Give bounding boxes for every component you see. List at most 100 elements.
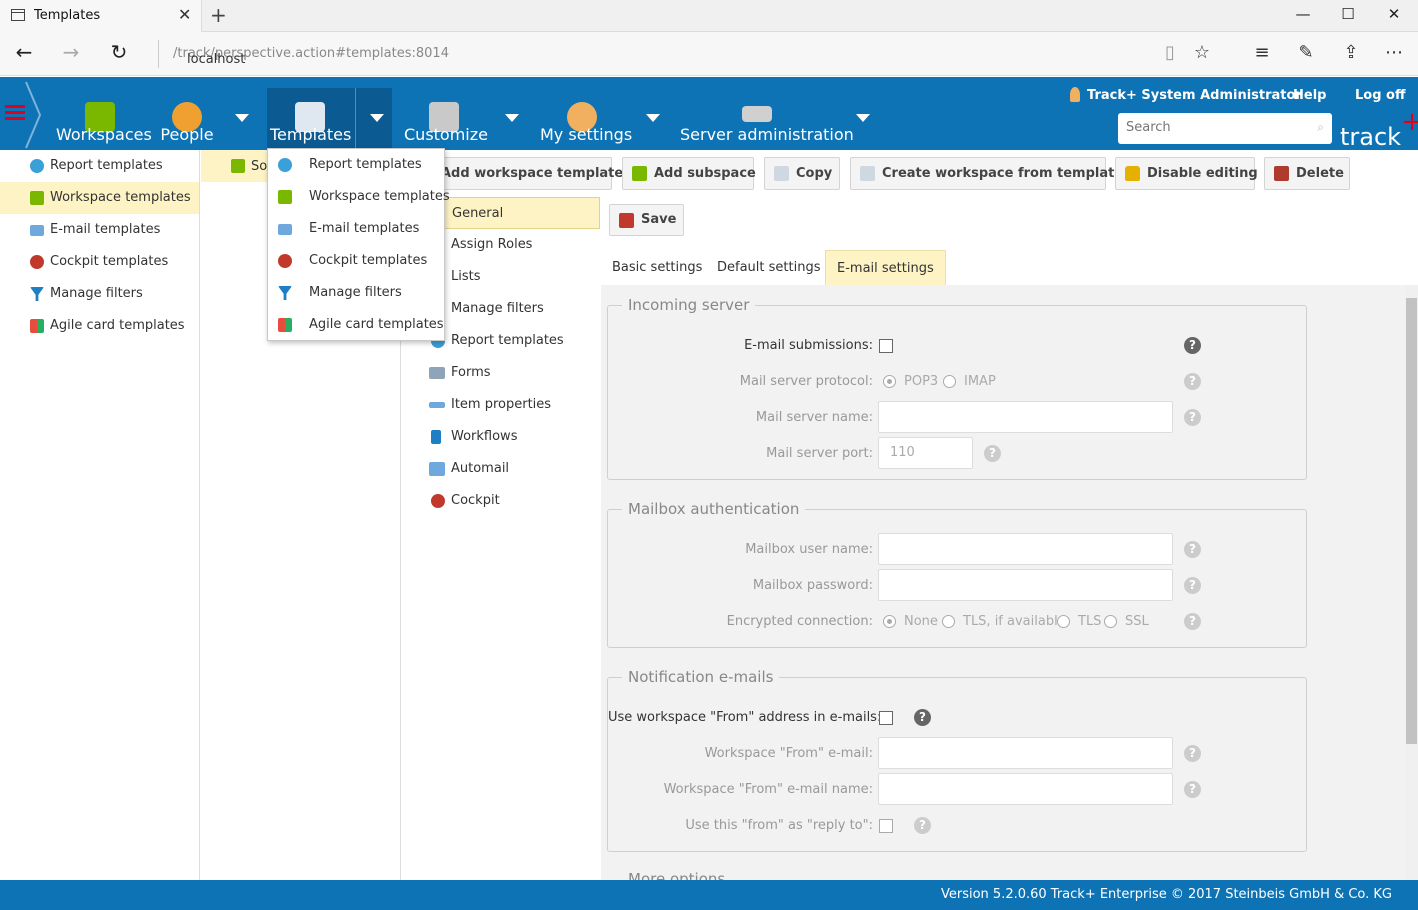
left-item-cockpit-templates[interactable]: Cockpit templates xyxy=(0,246,199,278)
search-box[interactable]: ⌕ xyxy=(1118,113,1332,144)
web-note-icon[interactable]: ✎ xyxy=(1292,42,1320,63)
nav-templates[interactable]: Templates xyxy=(270,88,351,148)
email-submissions-checkbox[interactable] xyxy=(879,339,893,353)
save-button[interactable]: Save xyxy=(609,204,684,236)
nav-workspaces[interactable]: Workspaces xyxy=(56,88,152,148)
new-tab-icon[interactable]: + xyxy=(210,3,227,27)
help-icon[interactable]: ? xyxy=(914,817,931,834)
mail-server-port-label: Mail server port: xyxy=(766,446,873,461)
forward-icon[interactable]: → xyxy=(57,40,85,64)
nav-cockpit[interactable]: Cockpit xyxy=(401,485,600,517)
browser-tab[interactable]: Templates ✕ xyxy=(0,0,202,33)
tab-label: Basic settings xyxy=(612,260,703,275)
back-icon[interactable]: ← xyxy=(10,40,38,64)
copy-icon xyxy=(774,166,789,181)
tab-basic-settings[interactable]: Basic settings xyxy=(601,250,713,285)
mail-server-name-input[interactable] xyxy=(878,401,1173,433)
menu-icon[interactable] xyxy=(5,105,25,121)
mailbox-user-input[interactable] xyxy=(878,533,1173,565)
mailbox-password-input[interactable] xyxy=(878,569,1173,601)
email-templates-icon xyxy=(278,224,292,235)
logoff-link[interactable]: Log off xyxy=(1355,88,1406,103)
left-item-agile-card-templates[interactable]: Agile card templates xyxy=(0,310,199,342)
dropdown-cockpit-templates[interactable]: Cockpit templates xyxy=(268,245,444,277)
left-item-report-templates[interactable]: Report templates xyxy=(0,150,199,182)
help-icon[interactable]: ? xyxy=(1184,613,1201,630)
enc-none-radio[interactable] xyxy=(883,615,896,628)
enc-tls-radio[interactable] xyxy=(1057,615,1070,628)
create-workspace-from-template-button[interactable]: Create workspace from template xyxy=(850,157,1123,190)
selected-template-label: So xyxy=(251,159,268,174)
enc-ssl-radio[interactable] xyxy=(1104,615,1117,628)
dropdown-workspace-templates[interactable]: Workspace templates xyxy=(268,181,450,213)
scrollbar-thumb[interactable] xyxy=(1406,298,1417,744)
help-icon[interactable]: ? xyxy=(1184,337,1201,354)
pop3-radio[interactable] xyxy=(883,375,896,388)
imap-radio[interactable] xyxy=(943,375,956,388)
left-item-manage-filters[interactable]: Manage filters xyxy=(0,278,199,310)
dropdown-manage-filters[interactable]: Manage filters xyxy=(268,277,444,309)
customize-dropdown-caret[interactable] xyxy=(505,114,519,122)
window-close-icon[interactable]: ✕ xyxy=(1371,5,1417,23)
tab-default-settings[interactable]: Default settings xyxy=(706,250,831,285)
from-email-input[interactable] xyxy=(878,737,1173,769)
nav-automail[interactable]: Automail xyxy=(401,453,600,485)
help-icon[interactable]: ? xyxy=(1184,577,1201,594)
add-subspace-button[interactable]: Add subspace xyxy=(622,157,756,190)
dropdown-agile-card-templates[interactable]: Agile card templates xyxy=(268,309,444,341)
server-admin-dropdown-caret[interactable] xyxy=(856,114,870,122)
footer-text: Version 5.2.0.60 Track+ Enterprise © 201… xyxy=(940,887,1392,902)
hub-icon[interactable]: ≡ xyxy=(1248,42,1276,63)
delete-icon xyxy=(1274,166,1289,181)
minimize-icon[interactable]: — xyxy=(1280,5,1326,23)
nav-forms[interactable]: Forms xyxy=(401,357,600,389)
copy-button[interactable]: Copy xyxy=(764,157,840,190)
left-item-workspace-templates[interactable]: Workspace templates xyxy=(0,182,199,214)
button-label: Copy xyxy=(796,166,833,181)
maximize-icon[interactable]: ☐ xyxy=(1325,5,1371,23)
nav-people[interactable]: People xyxy=(158,88,216,148)
help-icon[interactable]: ? xyxy=(1184,781,1201,798)
tab-close-icon[interactable]: ✕ xyxy=(178,5,191,24)
nav-my-settings[interactable]: My settings xyxy=(540,88,633,148)
refresh-icon[interactable]: ↻ xyxy=(105,40,133,64)
dropdown-email-templates[interactable]: E-mail templates xyxy=(268,213,444,245)
nav-workflows[interactable]: Workflows xyxy=(401,421,600,453)
reading-view-icon[interactable]: ▯ xyxy=(1156,42,1184,63)
delete-button[interactable]: Delete xyxy=(1264,157,1350,190)
user-name-link[interactable]: Track+ System Administrator xyxy=(1087,88,1302,103)
help-icon[interactable]: ? xyxy=(1184,409,1201,426)
disable-editing-button[interactable]: Disable editing xyxy=(1115,157,1258,190)
notification-emails-legend: Notification e-mails xyxy=(622,668,780,686)
people-dropdown-caret[interactable] xyxy=(235,114,249,122)
reply-to-checkbox[interactable] xyxy=(879,819,893,833)
help-icon[interactable]: ? xyxy=(1184,373,1201,390)
search-input[interactable] xyxy=(1126,113,1316,142)
nav-item-properties[interactable]: Item properties xyxy=(401,389,600,421)
help-icon[interactable]: ? xyxy=(984,445,1001,462)
left-item-label: Manage filters xyxy=(50,286,143,301)
address-bar[interactable]: localhost/track/perspective.action#templ… xyxy=(158,40,1148,68)
tab-email-settings[interactable]: E-mail settings xyxy=(825,250,946,285)
templates-dropdown-caret[interactable] xyxy=(370,114,384,122)
more-icon[interactable]: ⋯ xyxy=(1380,42,1408,63)
help-icon[interactable]: ? xyxy=(1184,745,1201,762)
my-settings-dropdown-caret[interactable] xyxy=(646,114,660,122)
email-templates-icon xyxy=(30,225,44,236)
nav-my-settings-label: My settings xyxy=(540,125,633,144)
search-icon[interactable]: ⌕ xyxy=(1317,120,1324,135)
dropdown-report-templates[interactable]: Report templates xyxy=(268,149,444,181)
help-link[interactable]: Help xyxy=(1293,88,1326,103)
use-from-checkbox[interactable] xyxy=(879,711,893,725)
left-item-email-templates[interactable]: E-mail templates xyxy=(0,214,199,246)
share-icon[interactable]: ⇪ xyxy=(1337,42,1365,63)
help-icon[interactable]: ? xyxy=(1184,541,1201,558)
from-name-input[interactable] xyxy=(878,773,1173,805)
brand-text: track xyxy=(1340,123,1402,151)
nav-customize[interactable]: Customize xyxy=(404,88,488,148)
nav-server-admin[interactable]: Server administration xyxy=(680,88,854,148)
help-icon[interactable]: ? xyxy=(914,709,931,726)
favorite-icon[interactable]: ☆ xyxy=(1188,42,1216,63)
enc-tls-avail-radio[interactable] xyxy=(942,615,955,628)
mail-server-port-input[interactable]: 110 xyxy=(878,437,973,469)
